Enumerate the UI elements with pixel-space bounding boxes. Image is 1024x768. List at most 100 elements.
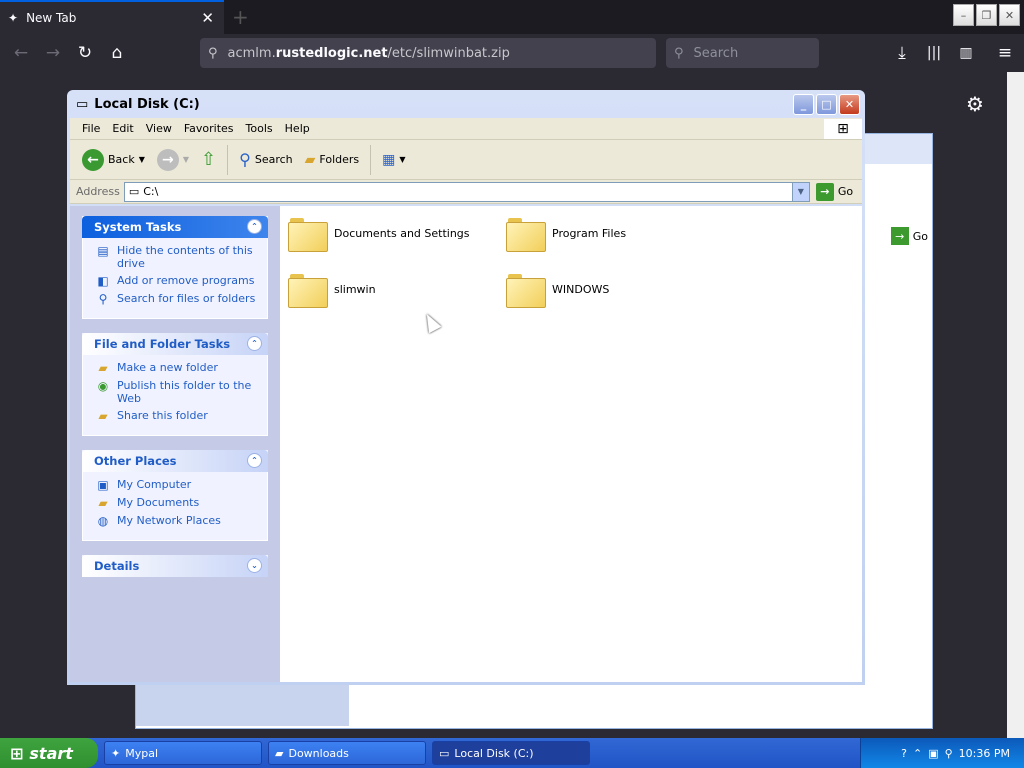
menu-help[interactable]: Help — [281, 122, 318, 135]
views-button[interactable]: ▦ ▼ — [378, 144, 409, 176]
place-my-computer[interactable]: ▣ My Computer — [95, 478, 259, 492]
folder-program-files[interactable]: Program Files — [506, 216, 626, 252]
search-button[interactable]: ⚲ Search — [235, 144, 297, 176]
menu-edit[interactable]: Edit — [108, 122, 141, 135]
other-places-header[interactable]: Other Places ⌃ — [82, 450, 268, 472]
browser-window-controls: – ❐ ✕ — [953, 4, 1020, 26]
details-panel: Details ⌄ — [82, 555, 268, 577]
task-hide-contents[interactable]: ▤ Hide the contents of this drive — [95, 244, 259, 270]
url-text: acmlm.rustedlogic.net/etc/slimwinbat.zip — [227, 45, 510, 61]
drive-small-icon: ▭ — [128, 185, 140, 198]
hide-contents-icon: ▤ — [97, 244, 109, 258]
go-button[interactable]: → Go — [815, 182, 853, 201]
file-folder-tasks-panel: File and Folder Tasks ⌃ ▰ Make a new fold… — [82, 333, 268, 436]
downloads-icon[interactable]: ⤓ — [891, 42, 913, 64]
menu-tools[interactable]: Tools — [242, 122, 281, 135]
tray-expand-icon[interactable]: ⌃ — [913, 747, 922, 760]
mypal-icon: ✦ — [111, 746, 121, 760]
menu-hamburger-icon[interactable]: ≡ — [994, 42, 1016, 64]
settings-gear-icon[interactable]: ⚙ — [966, 92, 984, 116]
place-my-network-places[interactable]: ◍ My Network Places — [95, 514, 259, 528]
tab-title: New Tab — [26, 11, 77, 25]
forward-arrow-icon[interactable]: → — [42, 42, 64, 64]
my-computer-icon: ▣ — [97, 478, 109, 492]
new-folder-icon: ▰ — [98, 361, 108, 375]
menu-file[interactable]: File — [78, 122, 108, 135]
search-tray-icon[interactable]: ⚲ — [945, 747, 953, 760]
home-icon[interactable]: ⌂ — [106, 42, 128, 64]
my-documents-icon: ▰ — [98, 496, 108, 510]
explorer-window[interactable]: ▭ Local Disk (C:) _ □ ✕ File Edit View F… — [67, 90, 865, 685]
place-my-documents[interactable]: ▰ My Documents — [95, 496, 259, 510]
new-tab-plus-icon[interactable]: + — [232, 5, 249, 29]
expand-chevron-icon[interactable]: ⌄ — [247, 558, 262, 573]
my-network-places-icon: ◍ — [97, 514, 109, 528]
tab-new-tab[interactable]: ✦ New Tab ✕ — [0, 0, 224, 34]
taskbar-item-downloads[interactable]: ▰ Downloads — [268, 741, 426, 765]
close-button[interactable]: ✕ — [839, 93, 860, 115]
system-tasks-panel: System Tasks ⌃ ▤ Hide the contents of thi… — [82, 216, 268, 319]
close-tab-icon[interactable]: ✕ — [201, 9, 214, 27]
task-search-files[interactable]: ⚲ Search for files or folders — [95, 292, 259, 306]
address-dropdown-icon[interactable]: ▼ — [791, 182, 809, 201]
file-folder-tasks-header[interactable]: File and Folder Tasks ⌃ — [82, 333, 268, 355]
file-list: Documents and Settings Program Files sli… — [280, 206, 862, 682]
views-icon: ▦ — [382, 151, 396, 168]
folders-button[interactable]: ▰ Folders — [301, 144, 364, 176]
go-arrow-icon: → — [890, 227, 909, 245]
start-button[interactable]: ⊞ start — [0, 738, 98, 768]
network-icon[interactable]: ▣ — [928, 747, 938, 760]
task-make-new-folder[interactable]: ▰ Make a new folder — [95, 361, 259, 375]
back-button[interactable]: ← Back ▼ — [78, 144, 149, 176]
url-bar[interactable]: ⚲ acmlm.rustedlogic.net/etc/slimwinbat.z… — [200, 38, 656, 68]
background-go-button[interactable]: → Go — [890, 227, 928, 245]
toolbar-separator — [370, 144, 372, 175]
collapse-chevron-icon[interactable]: ⌃ — [247, 336, 262, 351]
folders-icon: ▰ — [304, 151, 316, 168]
help-icon[interactable]: ? — [901, 747, 907, 760]
restore-button[interactable]: ❐ — [976, 4, 997, 26]
url-search-icon: ⚲ — [208, 45, 218, 61]
reload-icon[interactable]: ↻ — [74, 42, 96, 64]
library-icon[interactable]: ||| — [923, 42, 945, 64]
sidebar-icon[interactable]: ▥ — [955, 42, 977, 64]
address-input[interactable]: ▭ C:\ ▼ — [123, 181, 810, 202]
taskbar-item-mypal[interactable]: ✦ Mypal — [104, 741, 262, 765]
search-files-icon: ⚲ — [98, 292, 108, 306]
folder-slimwin[interactable]: slimwin — [288, 272, 376, 308]
menu-bar: File Edit View Favorites Tools Help ⊞ — [70, 118, 862, 140]
folder-documents-and-settings[interactable]: Documents and Settings — [288, 216, 470, 252]
task-publish-web[interactable]: ◉ Publish this folder to the Web — [95, 379, 259, 405]
back-dropdown-icon[interactable]: ▼ — [139, 155, 145, 164]
task-add-remove-programs[interactable]: ◧ Add or remove programs — [95, 274, 259, 288]
explorer-toolbar: ← Back ▼ → ▼ ⇧ ⚲ Search ▰ Folders ▦ ▼ — [70, 140, 862, 180]
windows-logo-icon: ⊞ — [824, 118, 862, 139]
close-button[interactable]: ✕ — [999, 4, 1020, 26]
minimize-button[interactable]: _ — [793, 93, 814, 115]
menu-favorites[interactable]: Favorites — [180, 122, 242, 135]
drive-icon: ▭ — [76, 96, 89, 112]
minimize-button[interactable]: – — [953, 4, 974, 26]
magnifier-icon: ⚲ — [239, 150, 251, 169]
taskbar-item-local-disk[interactable]: ▭ Local Disk (C:) — [432, 741, 590, 765]
other-places-panel: Other Places ⌃ ▣ My Computer ▰ My Document… — [82, 450, 268, 541]
up-folder-button[interactable]: ⇧ — [197, 144, 220, 176]
details-header[interactable]: Details ⌄ — [82, 555, 268, 577]
search-bar[interactable]: ⚲ Search — [666, 38, 819, 68]
windows-flag-icon: ⊞ — [10, 743, 24, 763]
back-arrow-icon[interactable]: ← — [10, 42, 32, 64]
maximize-button[interactable]: □ — [816, 93, 837, 115]
system-tasks-header[interactable]: System Tasks ⌃ — [82, 216, 268, 238]
explorer-titlebar[interactable]: ▭ Local Disk (C:) _ □ ✕ — [70, 90, 862, 118]
page-scrollbar[interactable] — [1007, 72, 1024, 738]
add-remove-programs-icon: ◧ — [97, 274, 109, 288]
collapse-chevron-icon[interactable]: ⌃ — [247, 219, 262, 234]
task-share-folder[interactable]: ▰ Share this folder — [95, 409, 259, 423]
background-window-titlebar — [860, 134, 932, 164]
menu-view[interactable]: View — [142, 122, 180, 135]
up-folder-icon: ⇧ — [201, 149, 217, 170]
back-arrow-icon: ← — [82, 148, 104, 171]
collapse-chevron-icon[interactable]: ⌃ — [247, 453, 262, 468]
folder-windows[interactable]: WINDOWS — [506, 272, 609, 308]
forward-button[interactable]: → ▼ — [153, 144, 193, 176]
